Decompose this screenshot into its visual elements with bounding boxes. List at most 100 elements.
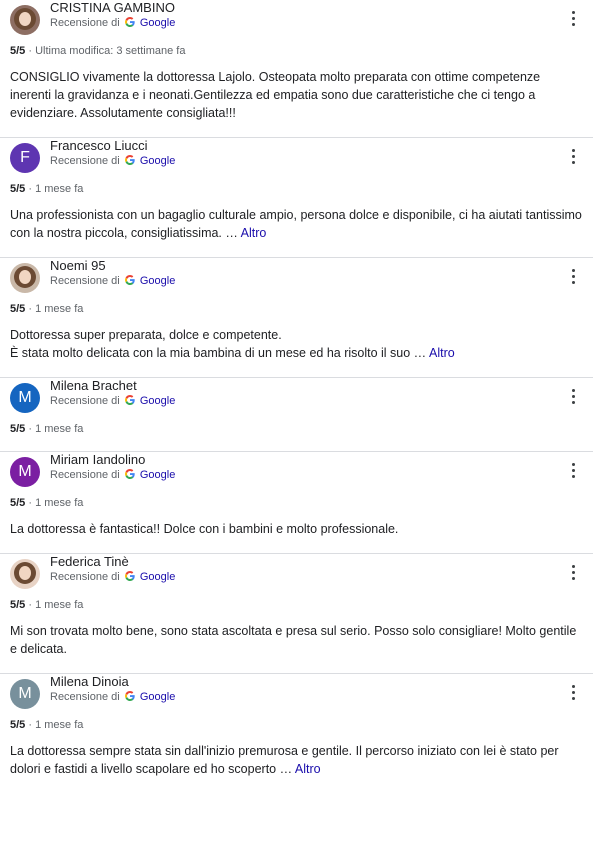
review-text: La dottoressa sempre stata sin dall'iniz…	[10, 744, 559, 776]
avatar-letter: M	[18, 685, 32, 702]
review-card: CRISTINA GAMBINO Recensione di Google 5/…	[0, 0, 593, 138]
meta-separator: ·	[25, 497, 36, 509]
google-g-icon	[124, 469, 135, 479]
source-prefix: Recensione di	[50, 275, 120, 287]
avatar[interactable]	[10, 559, 40, 589]
meta-separator: ·	[25, 599, 36, 611]
read-more-link[interactable]: Altro	[241, 226, 267, 240]
avatar[interactable]	[10, 263, 40, 293]
review-header: F Francesco Liucci Recensione di Google	[0, 138, 593, 182]
review-rating: 5/5	[10, 599, 26, 611]
review-rating: 5/5	[10, 423, 26, 435]
reviewer-info: Miriam Iandolino Recensione di Google	[50, 452, 563, 483]
review-text: Una professionista con un bagaglio cultu…	[10, 208, 582, 240]
review-rating: 5/5	[10, 497, 26, 509]
avatar[interactable]: M	[10, 457, 40, 487]
review-card: M Milena Brachet Recensione di Google 5/…	[0, 378, 593, 452]
review-text-block: Mi son trovata molto bene, sono stata as…	[0, 622, 593, 658]
avatar[interactable]	[10, 5, 40, 35]
read-more-link[interactable]: Altro	[295, 762, 321, 776]
more-options-icon[interactable]	[563, 680, 583, 704]
source-prefix: Recensione di	[50, 571, 120, 583]
review-card: M Milena Dinoia Recensione di Google 5/5…	[0, 674, 593, 793]
google-g-icon	[124, 395, 135, 405]
avatar[interactable]: M	[10, 679, 40, 709]
source-prefix: Recensione di	[50, 155, 120, 167]
review-meta: 5/5 · Ultima modifica: 3 settimane fa	[0, 44, 593, 58]
reviewer-name[interactable]: Milena Brachet	[50, 378, 563, 394]
reviewer-name[interactable]: Miriam Iandolino	[50, 452, 563, 468]
google-g-icon	[124, 275, 135, 285]
review-meta: 5/5 · 1 mese fa	[0, 598, 593, 612]
google-g-icon	[124, 691, 135, 701]
avatar-letter: M	[18, 463, 32, 480]
reviewer-name[interactable]: Milena Dinoia	[50, 674, 563, 690]
review-meta: 5/5 · 1 mese fa	[0, 422, 593, 436]
google-g-icon	[124, 571, 135, 581]
source-prefix: Recensione di	[50, 17, 120, 29]
avatar[interactable]: M	[10, 383, 40, 413]
review-card: M Miriam Iandolino Recensione di Google	[0, 452, 593, 554]
more-options-icon[interactable]	[563, 458, 583, 482]
review-time: 1 mese fa	[35, 183, 84, 195]
meta-separator: ·	[25, 45, 36, 57]
avatar-photo-face	[19, 566, 31, 580]
meta-separator: ·	[25, 183, 36, 195]
review-card: Noemi 95 Recensione di Google 5/5 · 1 me…	[0, 258, 593, 378]
source-prefix: Recensione di	[50, 395, 120, 407]
review-text: La dottoressa è fantastica!! Dolce con i…	[10, 522, 399, 536]
review-meta: 5/5 · 1 mese fa	[0, 302, 593, 316]
avatar-photo-face	[19, 12, 31, 26]
read-more-link[interactable]: Altro	[429, 346, 455, 360]
source-google-link[interactable]: Google	[140, 155, 175, 167]
reviewer-name[interactable]: Federica Tinè	[50, 554, 563, 570]
source-google-link[interactable]: Google	[140, 571, 175, 583]
reviewer-info: Francesco Liucci Recensione di Google	[50, 138, 563, 169]
more-options-icon[interactable]	[563, 560, 583, 584]
avatar-letter: M	[18, 389, 32, 406]
avatar[interactable]: F	[10, 143, 40, 173]
review-source: Recensione di Google	[50, 16, 563, 31]
review-header: M Milena Dinoia Recensione di Google	[0, 674, 593, 718]
review-source: Recensione di Google	[50, 690, 563, 705]
reviewer-name[interactable]: CRISTINA GAMBINO	[50, 0, 563, 16]
meta-separator: ·	[25, 423, 36, 435]
avatar-letter: F	[20, 149, 30, 166]
more-options-icon[interactable]	[563, 384, 583, 408]
more-options-icon[interactable]	[563, 264, 583, 288]
review-text-block: CONSIGLIO vivamente la dottoressa Lajolo…	[0, 68, 593, 122]
review-card: Federica Tinè Recensione di Google 5/5 ·…	[0, 554, 593, 674]
source-google-link[interactable]: Google	[140, 395, 175, 407]
review-text: Mi son trovata molto bene, sono stata as…	[10, 624, 577, 656]
review-card: F Francesco Liucci Recensione di Google	[0, 138, 593, 258]
source-google-link[interactable]: Google	[140, 275, 175, 287]
reviewer-name[interactable]: Francesco Liucci	[50, 138, 563, 154]
review-source: Recensione di Google	[50, 154, 563, 169]
avatar-photo-face	[19, 270, 31, 284]
review-rating: 5/5	[10, 303, 26, 315]
review-rating: 5/5	[10, 45, 26, 57]
source-google-link[interactable]: Google	[140, 691, 175, 703]
source-prefix: Recensione di	[50, 469, 120, 481]
review-header: Noemi 95 Recensione di Google	[0, 258, 593, 302]
more-options-icon[interactable]	[563, 6, 583, 30]
review-text-block: Una professionista con un bagaglio cultu…	[0, 206, 593, 242]
google-g-icon	[124, 155, 135, 165]
source-google-link[interactable]: Google	[140, 469, 175, 481]
review-time: 1 mese fa	[35, 497, 84, 509]
review-header: M Miriam Iandolino Recensione di Google	[0, 452, 593, 496]
review-meta: 5/5 · 1 mese fa	[0, 718, 593, 732]
review-time: 1 mese fa	[35, 599, 84, 611]
source-prefix: Recensione di	[50, 691, 120, 703]
more-options-icon[interactable]	[563, 144, 583, 168]
reviewer-name[interactable]: Noemi 95	[50, 258, 563, 274]
reviews-list: CRISTINA GAMBINO Recensione di Google 5/…	[0, 0, 593, 793]
reviewer-info: Noemi 95 Recensione di Google	[50, 258, 563, 289]
review-meta: 5/5 · 1 mese fa	[0, 182, 593, 196]
meta-separator: ·	[25, 719, 36, 731]
review-text-block: La dottoressa sempre stata sin dall'iniz…	[0, 742, 593, 778]
source-google-link[interactable]: Google	[140, 17, 175, 29]
review-source: Recensione di Google	[50, 274, 563, 289]
review-meta: 5/5 · 1 mese fa	[0, 496, 593, 510]
review-text: Dottoressa super preparata, dolce e comp…	[10, 328, 427, 360]
